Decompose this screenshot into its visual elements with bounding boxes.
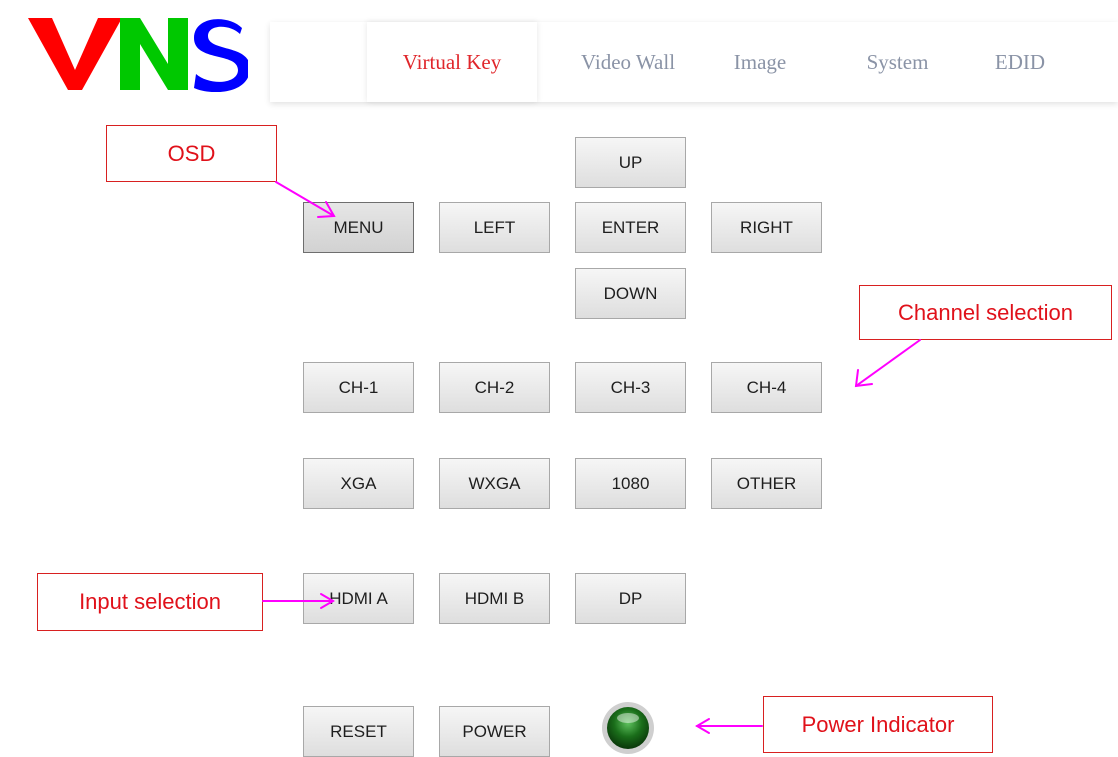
- power-indicator-led: [602, 702, 654, 754]
- tab-image[interactable]: Image: [715, 22, 805, 102]
- power-button[interactable]: POWER: [439, 706, 550, 757]
- tab-video-wall[interactable]: Video Wall: [553, 22, 703, 102]
- logo-letter-s: [194, 19, 248, 92]
- annotation-arrows: [262, 181, 921, 734]
- channel-selection-callout: Channel selection: [859, 285, 1112, 340]
- other-button[interactable]: OTHER: [711, 458, 822, 509]
- enter-button[interactable]: ENTER: [575, 202, 686, 253]
- wxga-button[interactable]: WXGA: [439, 458, 550, 509]
- down-button[interactable]: DOWN: [575, 268, 686, 319]
- ch-1-button[interactable]: CH-1: [303, 362, 414, 413]
- hdmi-b-button[interactable]: HDMI B: [439, 573, 550, 624]
- ch-2-button[interactable]: CH-2: [439, 362, 550, 413]
- left-button[interactable]: LEFT: [439, 202, 550, 253]
- up-button[interactable]: UP: [575, 137, 686, 188]
- channel-arrow: [854, 339, 921, 388]
- power-indicator-callout: Power Indicator: [763, 696, 993, 753]
- osd-callout: OSD: [106, 125, 277, 182]
- reset-button[interactable]: RESET: [303, 706, 414, 757]
- right-button[interactable]: RIGHT: [711, 202, 822, 253]
- input-selection-callout: Input selection: [37, 573, 263, 631]
- dp-button[interactable]: DP: [575, 573, 686, 624]
- ch-4-button[interactable]: CH-4: [711, 362, 822, 413]
- logo-letter-n: [120, 18, 188, 90]
- top-nav: Virtual Key Video Wall Image System EDID: [270, 22, 1118, 102]
- xga-button[interactable]: XGA: [303, 458, 414, 509]
- power-arrow: [695, 718, 763, 734]
- menu-button[interactable]: MENU: [303, 202, 414, 253]
- 1080-button[interactable]: 1080: [575, 458, 686, 509]
- tab-virtual-key[interactable]: Virtual Key: [367, 22, 537, 102]
- tab-edid[interactable]: EDID: [980, 22, 1060, 102]
- tab-system[interactable]: System: [850, 22, 945, 102]
- vns-logo: [28, 18, 248, 92]
- ch-3-button[interactable]: CH-3: [575, 362, 686, 413]
- hdmi-a-button[interactable]: HDMI A: [303, 573, 414, 624]
- logo-letter-v: [28, 18, 122, 90]
